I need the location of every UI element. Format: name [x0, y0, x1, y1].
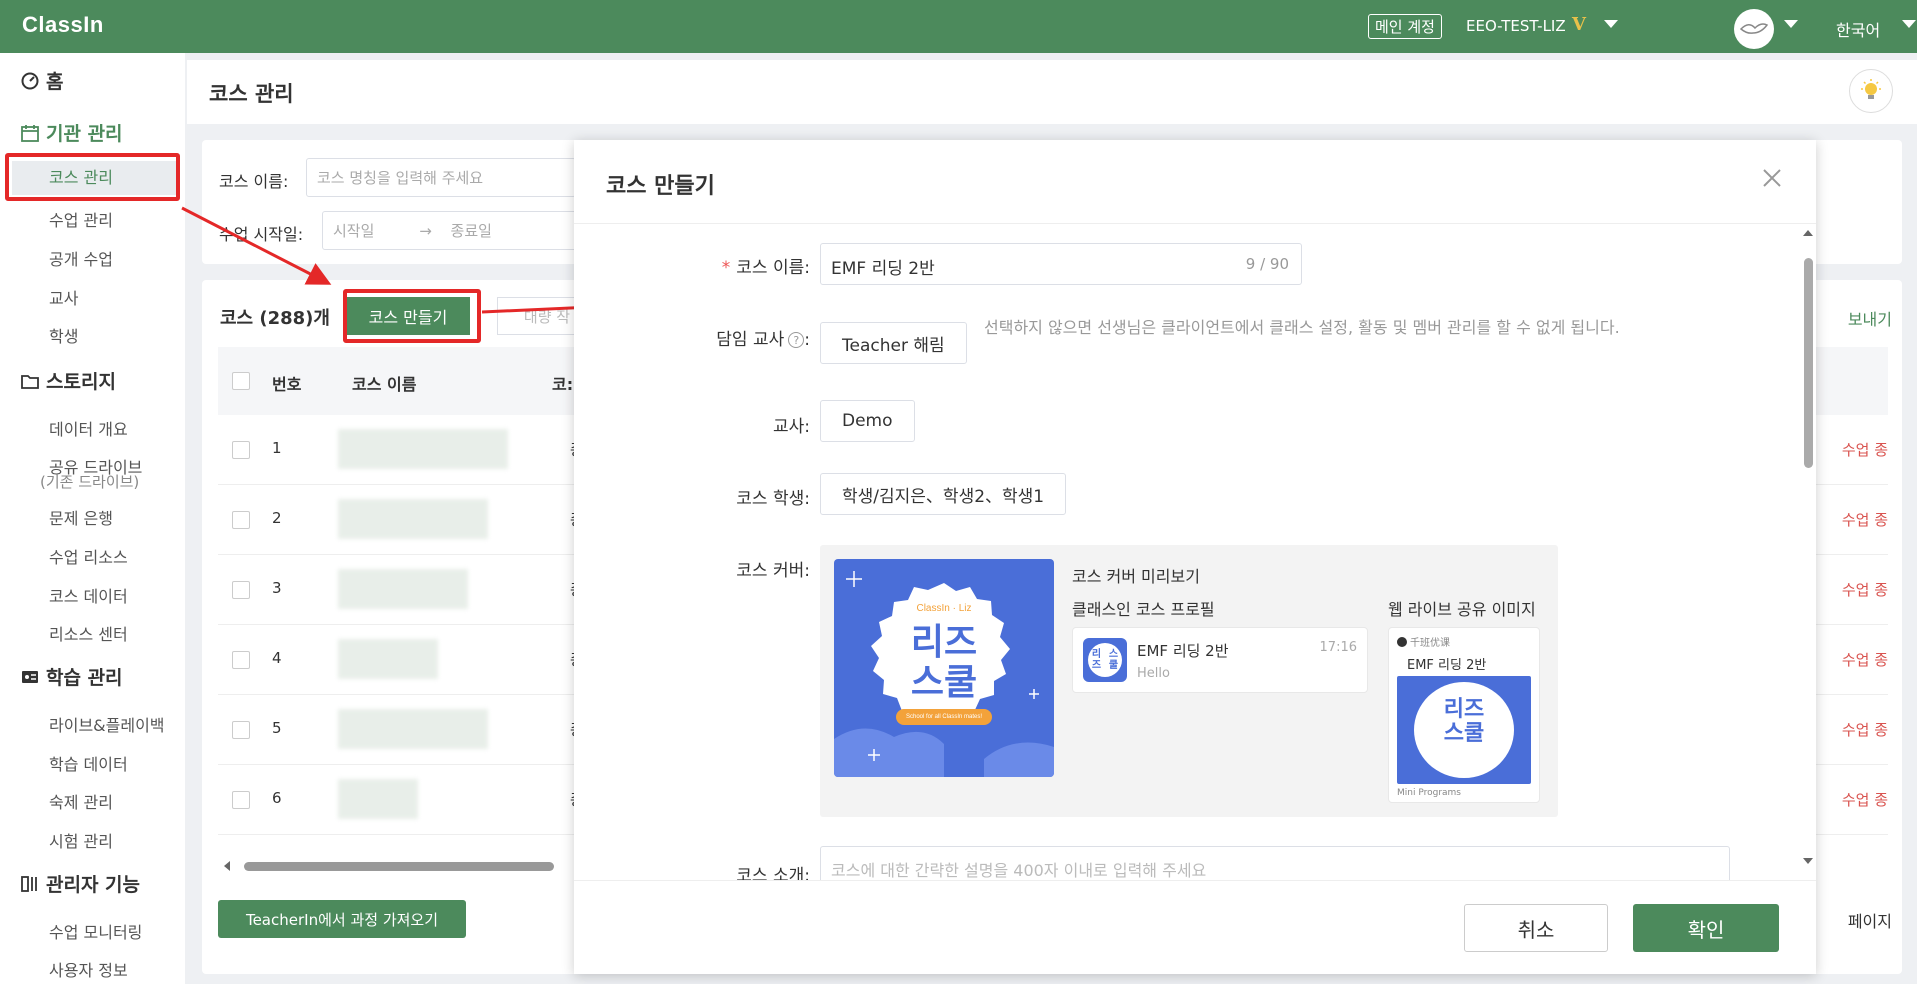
profile-thumb-icon: 리즈 스쿨 — [1083, 638, 1127, 682]
scroll-down-icon[interactable] — [1802, 856, 1814, 866]
profile-course-sub: Hello — [1137, 666, 1170, 681]
close-icon[interactable] — [1760, 166, 1784, 190]
web-live-share-title: 웹 라이브 공유 이미지 — [1388, 600, 1536, 619]
course-cover-image[interactable]: ClassIn · Liz 리즈 스쿨 School for all Class… — [834, 559, 1054, 777]
homeroom-teacher-hint: 선택하지 않으면 선생님은 클라이언트에서 클래스 설정, 활동 및 멤버 관리… — [984, 318, 1620, 337]
course-cover-panel: ClassIn · Liz 리즈 스쿨 School for all Class… — [820, 545, 1558, 817]
course-name-input[interactable]: EMF 리딩 2반 9 / 90 — [820, 243, 1302, 285]
scrollbar-thumb[interactable] — [1804, 258, 1813, 468]
homeroom-teacher-select[interactable]: Teacher 해림 — [820, 322, 967, 364]
share-cover-text-line2: 스쿨 — [1443, 721, 1485, 746]
modal-divider — [574, 223, 1816, 224]
modal-footer — [574, 880, 1816, 974]
share-preview-card: 千班优课 EMF 리딩 2반 리즈 스쿨 Mini Programs — [1388, 627, 1540, 803]
course-students-select[interactable]: 학생/김지은、학생2、학생1 — [820, 473, 1067, 515]
profile-course-name: EMF 리딩 2반 — [1137, 642, 1229, 660]
cover-preview-title: 코스 커버 미리보기 — [1072, 567, 1200, 586]
course-name-label: * 코스 이름: — [721, 258, 810, 278]
cover-text-line2: 스쿨 — [910, 662, 978, 703]
modal-title: 코스 만들기 — [606, 174, 715, 199]
share-cover-image: 리즈 스쿨 — [1397, 676, 1531, 784]
profile-thumb-text: 리즈 스쿨 — [1088, 643, 1122, 677]
app-logo-icon — [1397, 636, 1407, 647]
confirm-button[interactable]: 확인 — [1633, 904, 1779, 952]
course-name-value: EMF 리딩 2반 — [831, 259, 935, 279]
share-cover-text-line1: 리즈 — [1443, 697, 1485, 722]
scroll-up-icon[interactable] — [1802, 228, 1814, 238]
teacher-label: 교사: — [772, 417, 810, 437]
share-course-name: EMF 리딩 2반 — [1407, 658, 1487, 673]
share-footer: Mini Programs — [1397, 788, 1461, 798]
profile-course-time: 17:16 — [1319, 640, 1357, 655]
homeroom-teacher-label: 담임 교사?: — [716, 330, 810, 350]
arrow-sidebar-to-button — [181, 206, 332, 285]
profile-preview-card: 리즈 스쿨 EMF 리딩 2반 Hello 17:16 — [1072, 627, 1368, 693]
course-students-label: 코스 학생: — [736, 489, 810, 509]
cover-brand: ClassIn · Liz — [916, 603, 972, 614]
required-asterisk: * — [721, 258, 731, 278]
cover-tagline: School for all ClassIn mates! — [905, 714, 983, 720]
cancel-button[interactable]: 취소 — [1464, 904, 1608, 952]
share-app-label: 千班优课 — [1397, 634, 1450, 649]
teacher-select[interactable]: Demo — [820, 400, 915, 442]
modal-vertical-scrollbar[interactable] — [1802, 228, 1814, 868]
help-icon[interactable]: ? — [788, 332, 805, 348]
course-cover-label: 코스 커버: — [736, 561, 810, 581]
course-name-char-count: 9 / 90 — [1245, 255, 1289, 273]
cover-text-line1: 리즈 — [910, 622, 978, 663]
create-course-modal: 코스 만들기 * 코스 이름: EMF 리딩 2반 9 / 90 담임 교사?: … — [574, 140, 1816, 974]
classin-profile-title: 클래스인 코스 프로필 — [1072, 600, 1215, 619]
